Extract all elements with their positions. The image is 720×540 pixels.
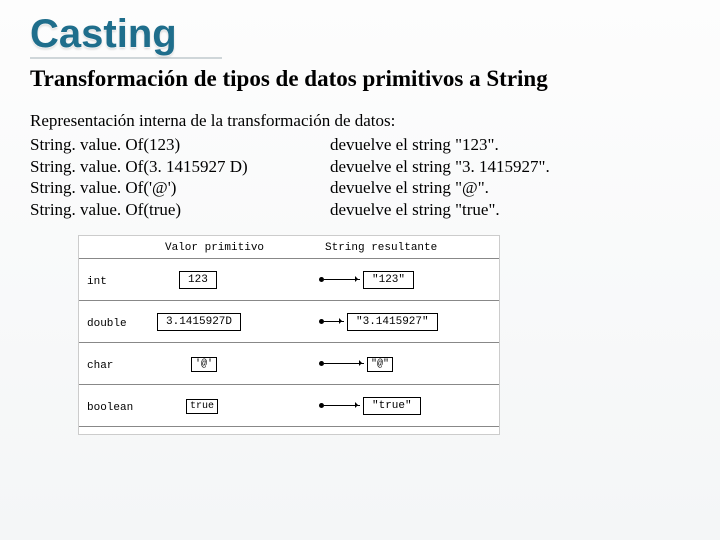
intro-text: Representación interna de la transformac… <box>30 110 690 132</box>
conversion-diagram: Valor primitivo String resultante int 12… <box>78 235 500 435</box>
example-result: devuelve el string "3. 1415927". <box>330 156 690 178</box>
example-result: devuelve el string "@". <box>330 177 690 199</box>
example-code: String. value. Of(123) <box>30 134 330 156</box>
diagram-header-right: String resultante <box>325 242 437 254</box>
example-code: String. value. Of(3. 1415927 D) <box>30 156 330 178</box>
example-code: String. value. Of('@') <box>30 177 330 199</box>
slide-title: Casting <box>30 12 222 59</box>
diagram-header-left: Valor primitivo <box>165 242 264 254</box>
examples-block: String. value. Of(123) String. value. Of… <box>30 134 690 221</box>
example-result: devuelve el string "123". <box>330 134 690 156</box>
example-result: devuelve el string "true". <box>330 199 690 221</box>
slide-subtitle: Transformación de tipos de datos primiti… <box>30 65 690 92</box>
example-code: String. value. Of(true) <box>30 199 330 221</box>
